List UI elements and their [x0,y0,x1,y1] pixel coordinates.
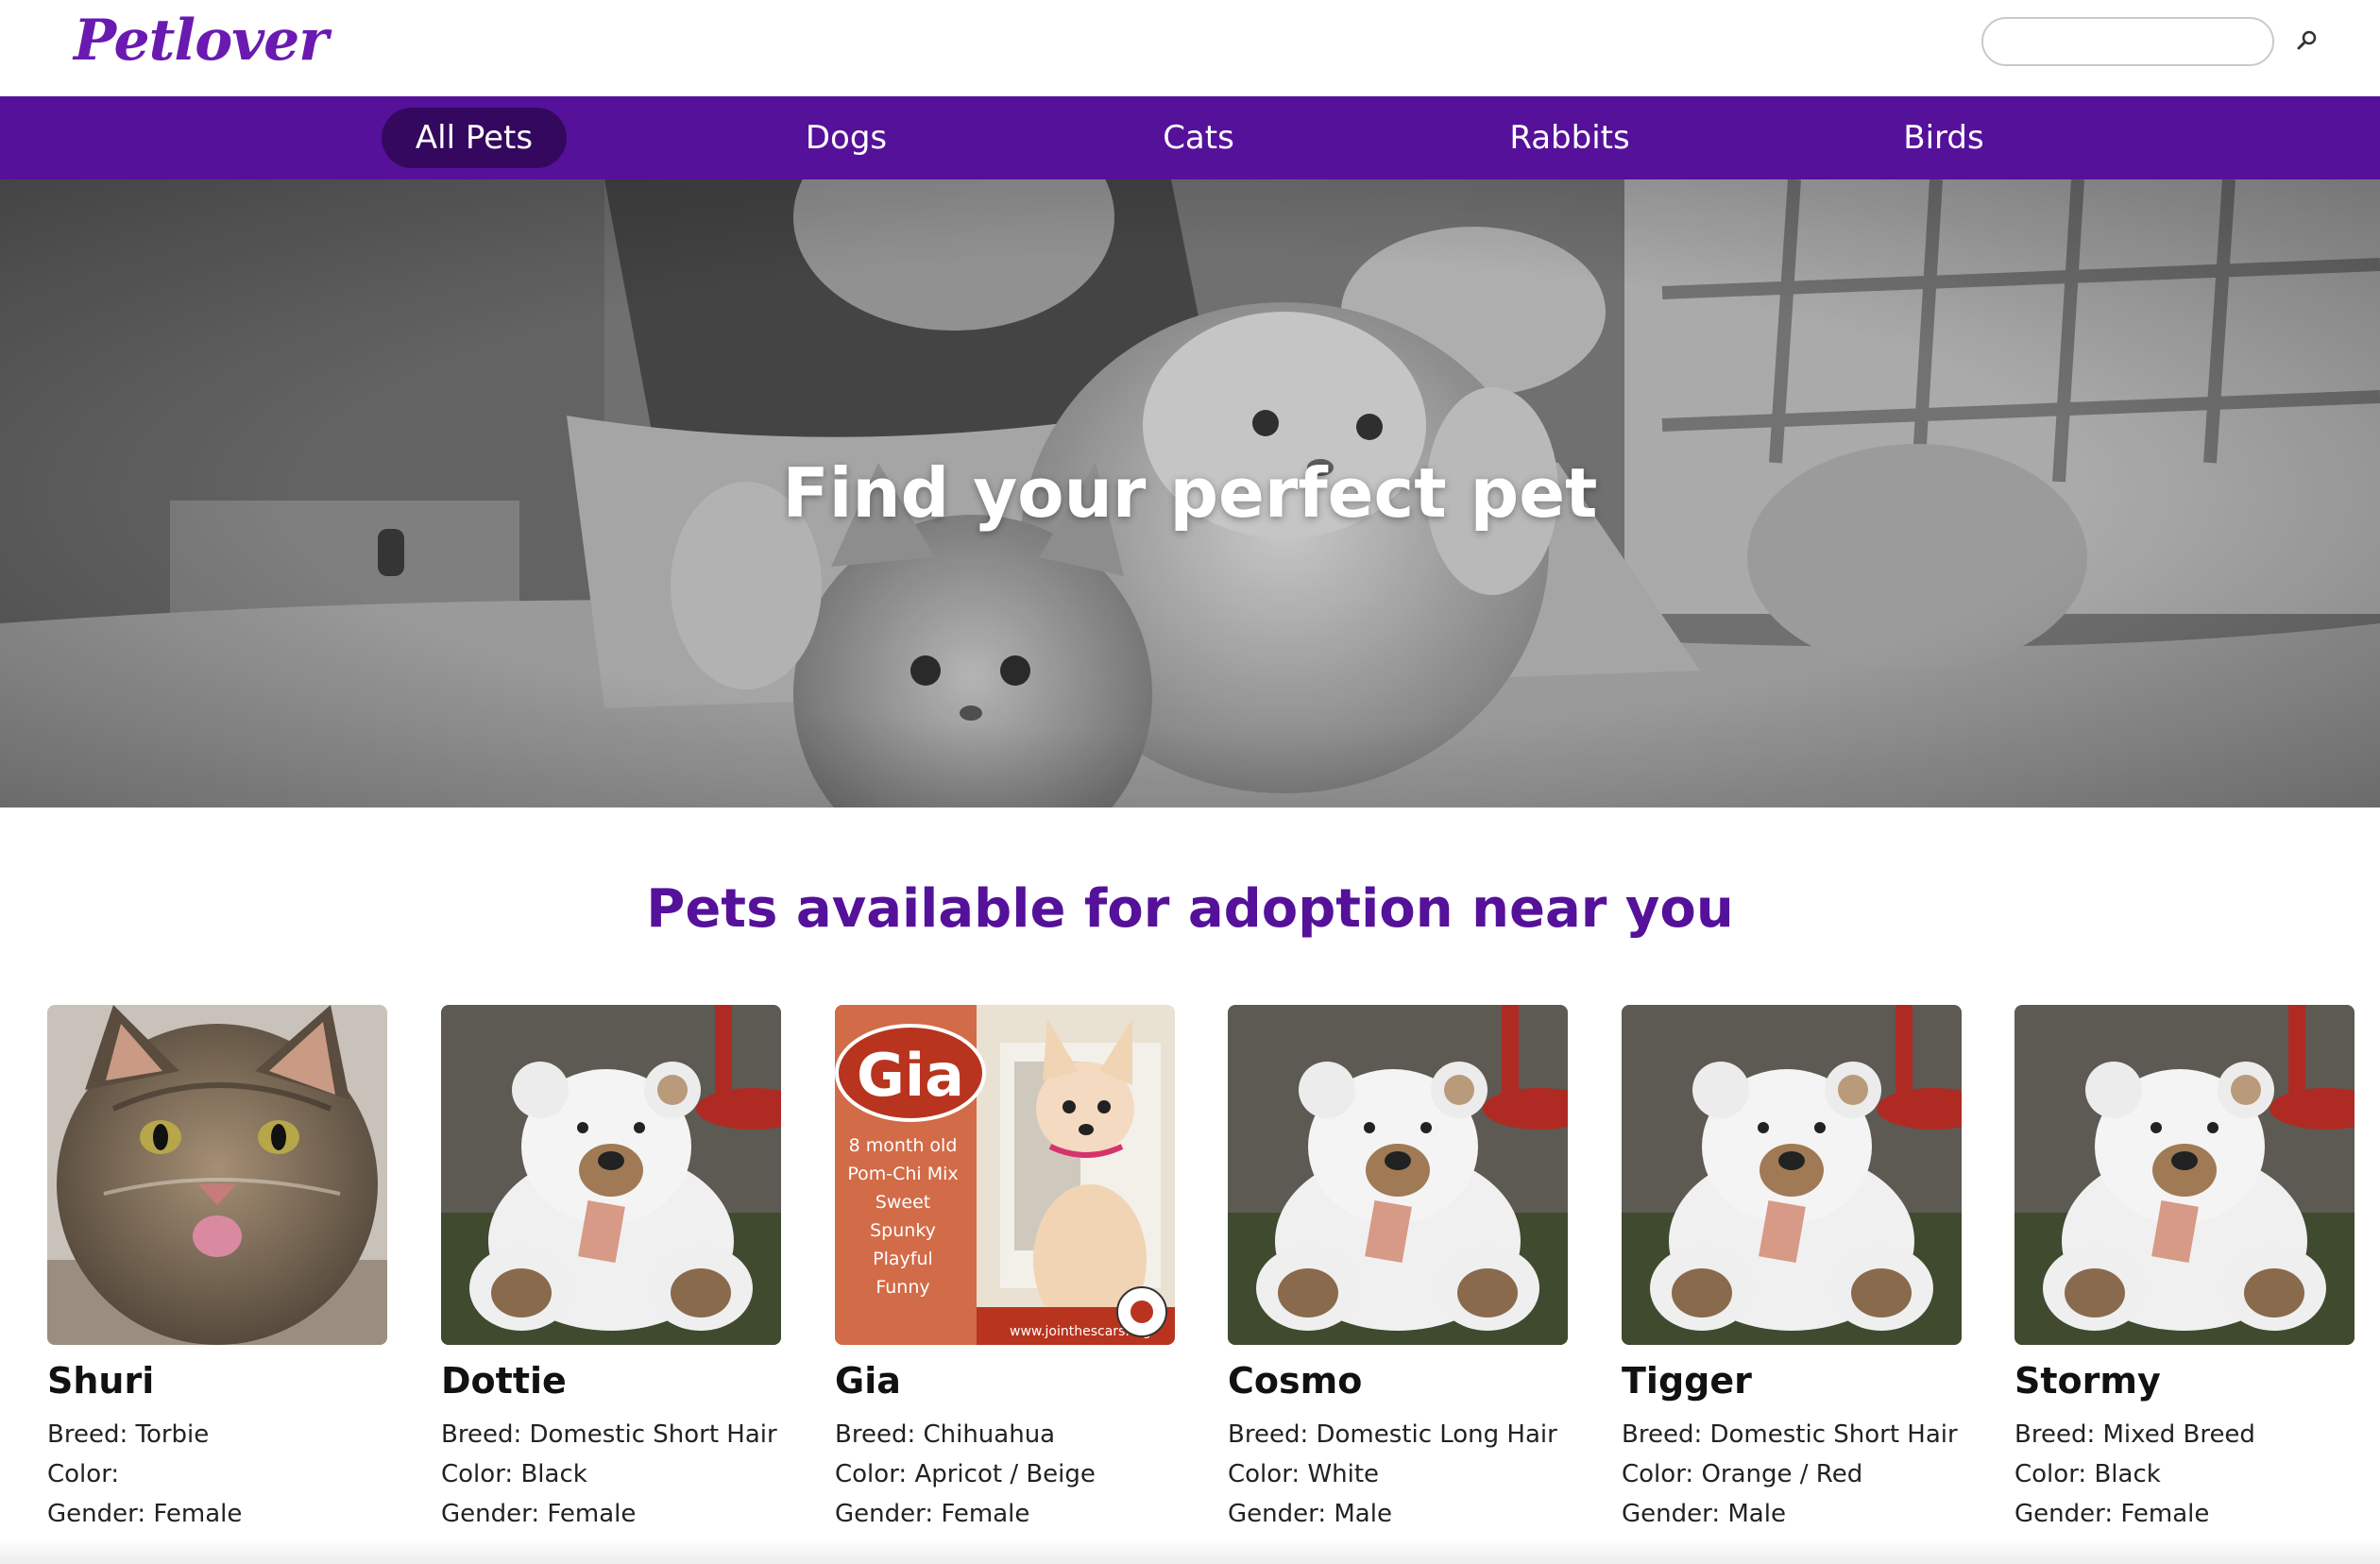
pet-color: Color: Black [441,1460,587,1488]
pet-card[interactable]: Cosmo Breed: Domestic Long Hair Color: W… [1228,1005,1568,1534]
pet-name[interactable]: Dottie [441,1360,567,1402]
teddy-bear-placeholder-photo[interactable] [441,1005,781,1345]
pet-name[interactable]: Tigger [1622,1360,1752,1402]
pet-card[interactable]: Stormy Breed: Mixed Breed Color: Black G… [2014,1005,2354,1534]
pet-name[interactable]: Shuri [47,1360,154,1402]
section-title: Pets available for adoption near you [646,878,1734,940]
tab-birds[interactable]: Birds [1870,108,2017,168]
pet-color: Color: [47,1460,120,1488]
tab-rabbits[interactable]: Rabbits [1492,108,1647,168]
pet-card[interactable]: Tigger Breed: Domestic Short Hair Color:… [1622,1005,1962,1534]
pet-breed: Breed: Mixed Breed [2014,1420,2255,1449]
hero-banner: Find your perfect pet [0,179,2380,808]
tab-cats[interactable]: Cats [1128,108,1269,168]
hero-title: Find your perfect pet [782,453,1598,533]
pet-card[interactable]: Gia 8 month old Pom-Chi Mix Sweet Spunky… [835,1005,1175,1534]
search-button[interactable] [2291,26,2321,57]
category-nav: All Pets Dogs Cats Rabbits Birds [0,96,2380,179]
svg-text:Gia: Gia [857,1041,964,1110]
tab-dogs[interactable]: Dogs [773,108,920,168]
pet-name[interactable]: Gia [835,1360,901,1402]
pet-gender: Gender: Female [441,1500,637,1528]
chihuahua-flyer-photo[interactable]: Gia 8 month old Pom-Chi Mix Sweet Spunky… [835,1005,1175,1345]
tab-all-pets[interactable]: All Pets [382,108,567,168]
scroll-fade [0,1539,2380,1564]
pet-card[interactable]: Shuri Breed: Torbie Color: Gender: Femal… [47,1005,387,1534]
pet-card[interactable]: Dottie Breed: Domestic Short Hair Color:… [441,1005,781,1534]
pet-gender: Gender: Male [1228,1500,1392,1528]
pet-name[interactable]: Cosmo [1228,1360,1362,1402]
pet-gender: Gender: Female [835,1500,1030,1528]
pet-color: Color: Orange / Red [1622,1460,1863,1488]
pet-color: Color: Black [2014,1460,2161,1488]
svg-text:Spunky: Spunky [870,1220,936,1241]
pet-breed: Breed: Domestic Short Hair [441,1420,777,1449]
site-logo[interactable]: Petlover [74,8,329,74]
pet-gender: Gender: Female [2014,1500,2210,1528]
pet-gender: Gender: Male [1622,1500,1786,1528]
pet-name[interactable]: Stormy [2014,1360,2161,1402]
svg-text:Playful: Playful [873,1249,933,1269]
search-icon [2297,30,2317,50]
pet-breed: Breed: Domestic Short Hair [1622,1420,1958,1449]
pet-breed: Breed: Chihuahua [835,1420,1056,1449]
svg-text:Funny: Funny [876,1277,929,1298]
pet-gender: Gender: Female [47,1500,243,1528]
pet-breed: Breed: Torbie [47,1420,210,1449]
svg-text:Pom-Chi Mix: Pom-Chi Mix [847,1164,958,1184]
svg-text:8 month old: 8 month old [849,1135,958,1156]
site-header: Petlover [0,0,2380,96]
teddy-bear-placeholder-photo[interactable] [2014,1005,2354,1345]
svg-text:Sweet: Sweet [876,1192,930,1213]
search-input[interactable] [1981,17,2274,66]
pet-color: Color: White [1228,1460,1380,1488]
teddy-bear-placeholder-photo[interactable] [1622,1005,1962,1345]
pet-color: Color: Apricot / Beige [835,1460,1096,1488]
tabby-cat-photo[interactable] [47,1005,387,1345]
teddy-bear-placeholder-photo[interactable] [1228,1005,1568,1345]
pet-breed: Breed: Domestic Long Hair [1228,1420,1557,1449]
